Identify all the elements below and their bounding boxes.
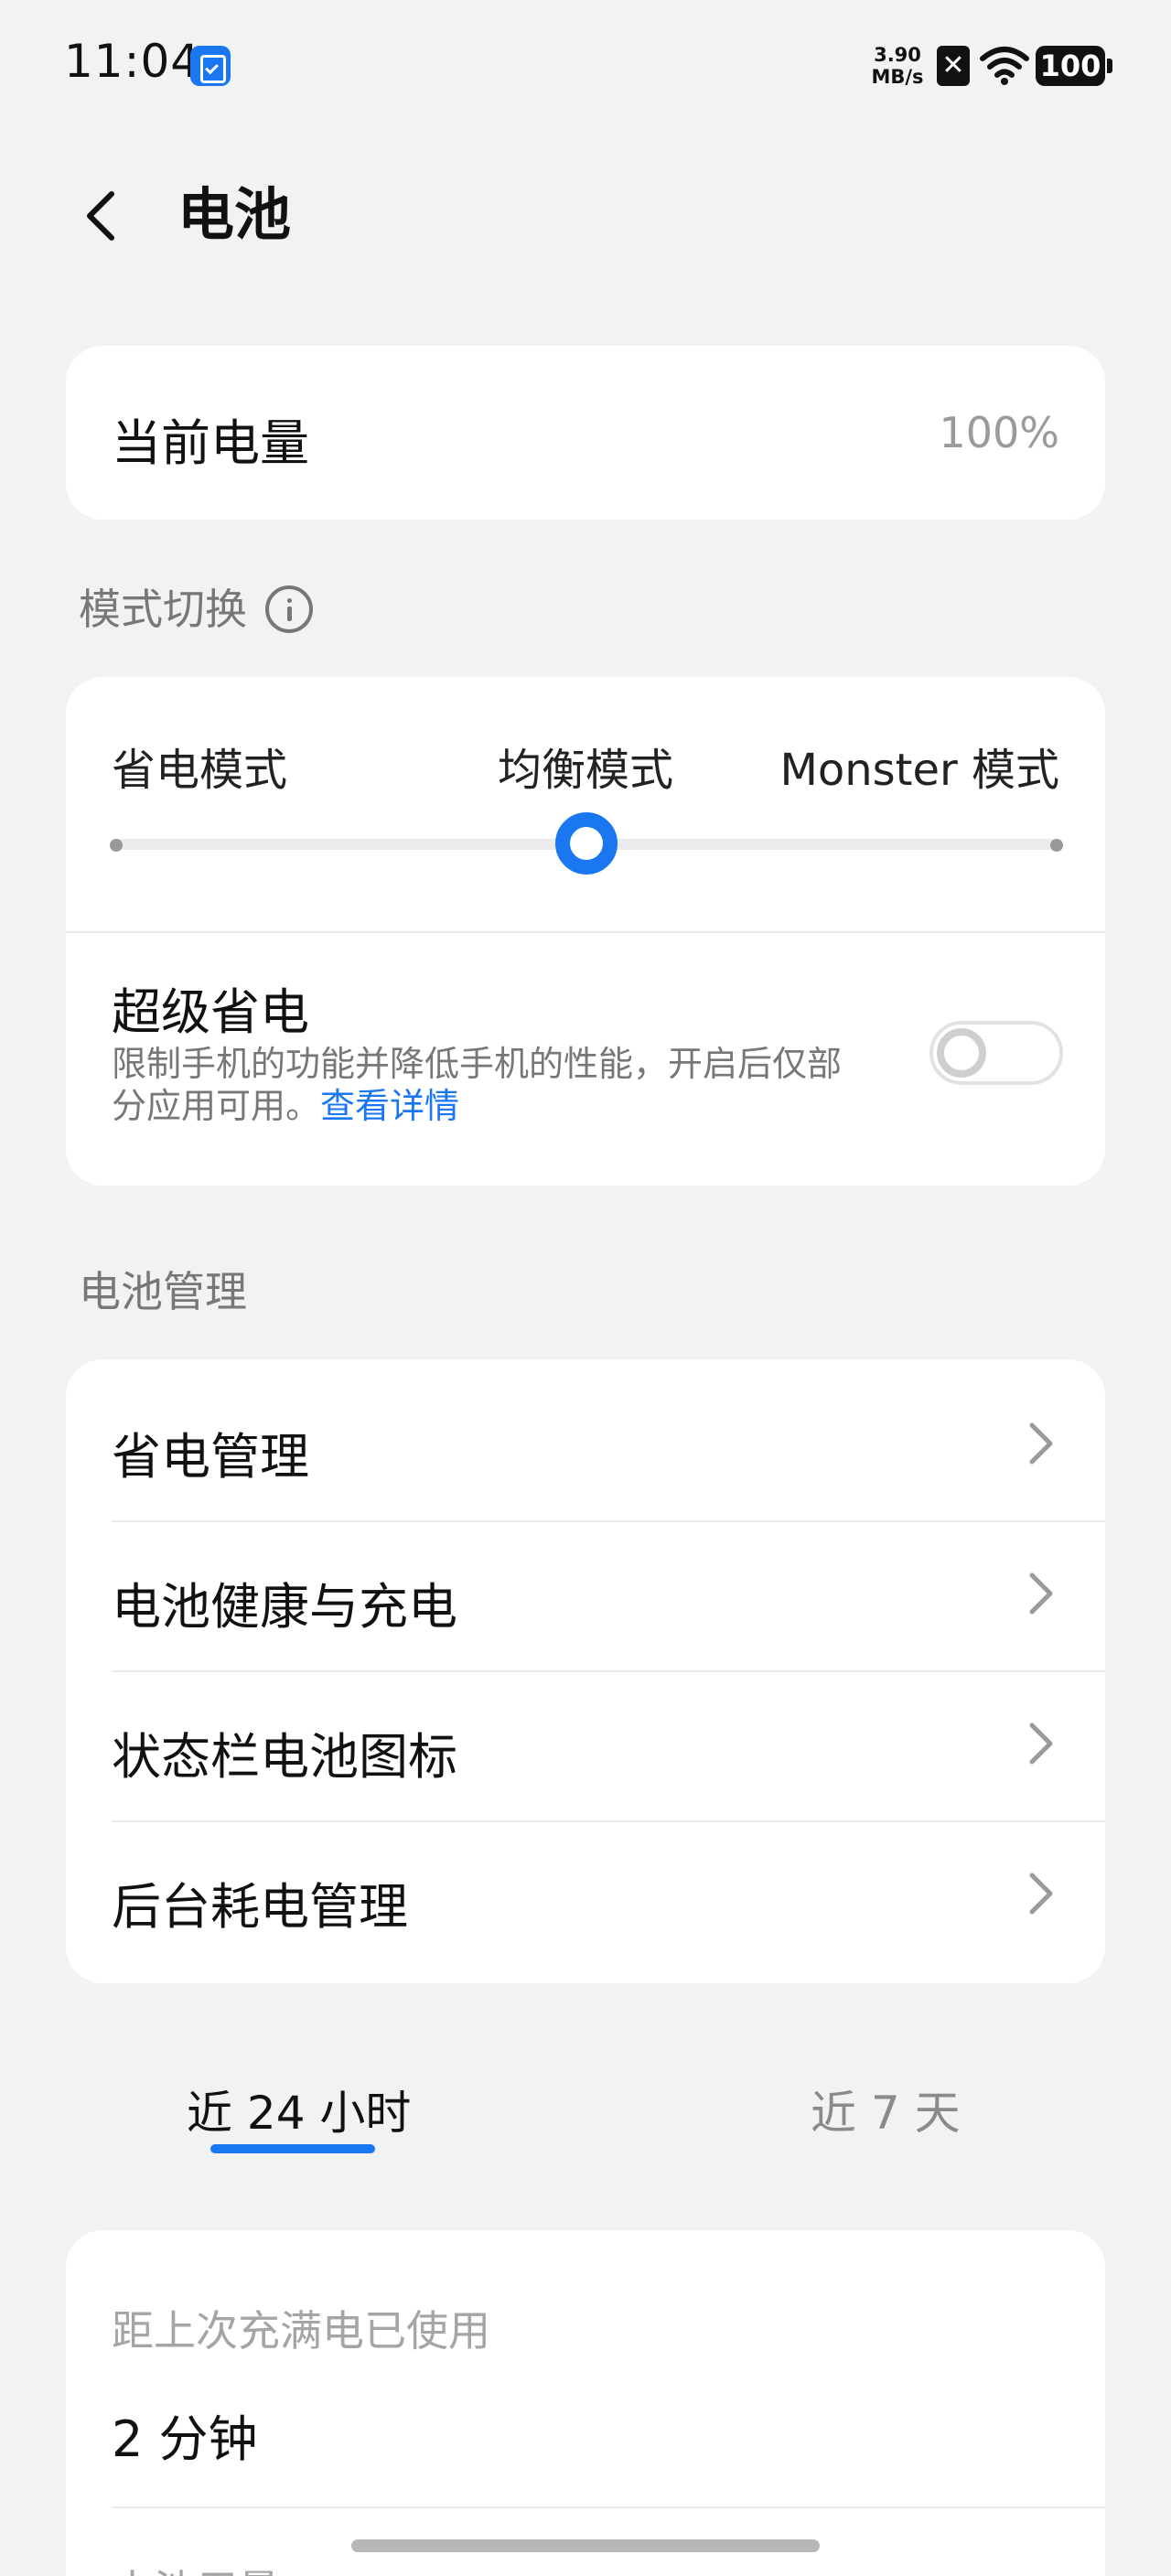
list-item-label: 省电管理 xyxy=(112,1428,309,1486)
mode-slider-thumb[interactable] xyxy=(555,812,618,875)
mode-label-balanced[interactable]: 均衡模式 xyxy=(498,734,673,798)
chevron-right-icon xyxy=(1029,1723,1053,1765)
tab-last-7-days[interactable]: 近 7 天 xyxy=(811,2077,961,2142)
mode-label-monster[interactable]: Monster 模式 xyxy=(779,734,1059,798)
divider xyxy=(66,931,1105,933)
list-item-label: 状态栏电池图标 xyxy=(112,1728,457,1786)
super-saver-label: 超级省电 xyxy=(112,983,309,1041)
wifi-icon xyxy=(980,47,1029,85)
chevron-right-icon xyxy=(1029,1873,1053,1915)
list-item-label: 后台耗电管理 xyxy=(112,1878,408,1936)
view-details-link[interactable]: 查看详情 xyxy=(320,1086,459,1126)
tab-last-24-hours[interactable]: 近 24 小时 xyxy=(187,2077,411,2142)
network-speed: 3.90 MB/s xyxy=(869,44,926,88)
list-item-status-bar-battery-icon[interactable]: 状态栏电池图标 xyxy=(66,1669,1105,1819)
usage-card: 距上次充满电已使用 2 分钟 电池用量 xyxy=(66,2230,1105,2576)
home-indicator[interactable] xyxy=(351,2539,820,2552)
battery-settings-page: 11:04 3.90 MB/s ✕ 100 电池 当前电量 100% 模式切换 … xyxy=(0,0,1171,2576)
super-saver-description: 限制手机的功能并降低手机的性能，开启后仅部 分应用可用。查看详情 xyxy=(112,1043,935,1127)
status-bar: 11:04 3.90 MB/s ✕ 100 xyxy=(0,0,1171,137)
active-tab-indicator xyxy=(210,2144,375,2153)
mode-slider-stop-start xyxy=(110,839,123,852)
list-item-label: 电池健康与充电 xyxy=(112,1578,457,1636)
super-saver-description-line2: 分应用可用。 xyxy=(112,1086,321,1126)
super-saver-toggle[interactable] xyxy=(929,1021,1063,1085)
clipboard-check-icon xyxy=(190,46,231,86)
chevron-right-icon xyxy=(1029,1572,1053,1615)
mode-card: 省电模式 均衡模式 Monster 模式 超级省电 限制手机的功能并降低手机的性… xyxy=(66,677,1105,1186)
mode-section-title-text: 模式切换 xyxy=(79,585,247,634)
management-section-title: 电池管理 xyxy=(79,1267,247,1316)
current-battery-card: 当前电量 100% xyxy=(66,346,1105,520)
mode-slider-stop-end xyxy=(1050,839,1063,852)
list-item-battery-health[interactable]: 电池健康与充电 xyxy=(66,1519,1105,1669)
chevron-right-icon xyxy=(1029,1422,1053,1465)
list-item-background-power-management[interactable]: 后台耗电管理 xyxy=(66,1819,1105,1969)
page-title: 电池 xyxy=(177,181,292,248)
list-item-power-saving-management[interactable]: 省电管理 xyxy=(66,1368,1105,1519)
network-speed-value: 3.90 xyxy=(874,44,921,66)
network-speed-unit: MB/s xyxy=(871,66,924,88)
usage-next-label: 电池用量 xyxy=(112,2558,280,2576)
management-card: 省电管理 电池健康与充电 状态栏电池图标 后台耗电管理 xyxy=(66,1359,1105,1983)
back-arrow-icon[interactable] xyxy=(75,188,130,243)
header: 电池 xyxy=(0,165,1171,265)
current-battery-label: 当前电量 xyxy=(112,414,309,472)
divider xyxy=(112,2506,1105,2508)
current-battery-value: 100% xyxy=(939,408,1059,457)
info-icon[interactable] xyxy=(265,585,313,633)
status-time: 11:04 xyxy=(64,35,201,88)
mode-label-power-saving[interactable]: 省电模式 xyxy=(112,734,287,798)
toggle-knob xyxy=(937,1028,986,1078)
super-saver-description-line1: 限制手机的功能并降低手机的性能，开启后仅部 xyxy=(112,1044,843,1084)
usage-since-value: 2 分钟 xyxy=(112,2410,258,2468)
no-sim-icon: ✕ xyxy=(937,46,970,86)
mode-section-title: 模式切换 xyxy=(79,576,313,637)
battery-indicator: 100 xyxy=(1036,46,1112,86)
usage-since-label: 距上次充满电已使用 xyxy=(112,2306,490,2356)
